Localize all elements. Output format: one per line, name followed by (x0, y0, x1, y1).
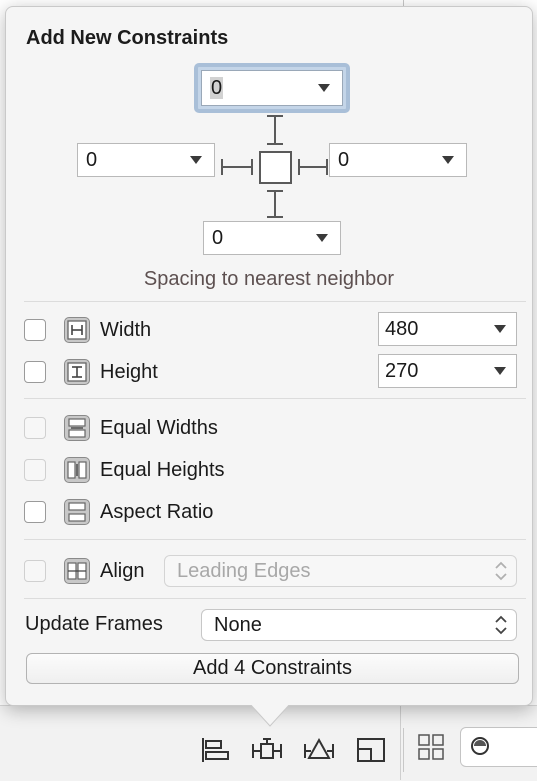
chevron-down-icon[interactable] (494, 367, 506, 375)
width-label: Width (100, 318, 152, 341)
aspect-ratio-checkbox[interactable] (24, 501, 46, 523)
divider (24, 301, 526, 302)
resolve-auto-layout-issues-icon[interactable] (302, 736, 336, 764)
right-spacing-combo[interactable]: 0 (329, 143, 467, 177)
equal-widths-icon (64, 415, 90, 441)
equal-widths-row: Equal Widths (24, 412, 218, 444)
height-checkbox[interactable] (24, 361, 46, 383)
pin-icon[interactable] (250, 736, 284, 764)
left-spacing-value: 0 (86, 148, 98, 171)
popover-title: Add New Constraints (26, 27, 229, 49)
height-value-combo[interactable]: 270 (378, 354, 517, 388)
width-value: 480 (385, 317, 419, 340)
add-constraints-popover: Add New Constraints 0 0 0 0 Spacing to n… (5, 6, 533, 706)
add-constraints-button[interactable]: Add 4 Constraints (26, 653, 519, 684)
height-row: Height (24, 356, 158, 388)
update-frames-row: Update Frames (25, 608, 163, 640)
bottom-spacing-value: 0 (212, 226, 224, 249)
align-icon (64, 558, 90, 584)
divider (24, 398, 526, 399)
chevron-down-icon[interactable] (318, 84, 330, 92)
updown-chevron-icon (495, 615, 507, 635)
divider (24, 539, 526, 540)
height-value: 270 (385, 359, 419, 382)
left-spacing-combo[interactable]: 0 (77, 143, 215, 177)
updown-chevron-icon (495, 561, 507, 581)
top-spacing-combo[interactable]: 0 (201, 70, 343, 106)
align-popup[interactable]: Leading Edges (164, 555, 517, 587)
toolbar-separator (403, 728, 404, 772)
width-checkbox[interactable] (24, 319, 46, 341)
divider (24, 598, 526, 599)
view-square (259, 151, 292, 184)
spacing-caption: Spacing to nearest neighbor (143, 268, 395, 290)
bottom-spacing-combo[interactable]: 0 (203, 221, 341, 255)
equal-heights-label: Equal Heights (100, 458, 225, 481)
chevron-down-icon[interactable] (316, 234, 328, 242)
resizing-behavior-icon[interactable] (355, 736, 389, 764)
aspect-ratio-row: Aspect Ratio (24, 496, 213, 528)
aspect-ratio-icon (64, 499, 90, 525)
width-value-combo[interactable]: 480 (378, 312, 517, 346)
width-row: Width (24, 314, 151, 346)
width-constraint-icon (64, 317, 90, 343)
height-constraint-icon (64, 359, 90, 385)
filter-field[interactable] (460, 727, 537, 767)
grid-icon[interactable] (417, 733, 445, 761)
filter-icon (471, 737, 489, 755)
chevron-down-icon[interactable] (494, 325, 506, 333)
equal-widths-checkbox[interactable] (24, 417, 46, 439)
align-label: Align (100, 559, 145, 582)
equal-heights-checkbox[interactable] (24, 459, 46, 481)
equal-heights-icon (64, 457, 90, 483)
chevron-down-icon[interactable] (190, 156, 202, 164)
align-row: Align (24, 555, 144, 587)
equal-widths-label: Equal Widths (100, 416, 218, 439)
chevron-down-icon[interactable] (442, 156, 454, 164)
align-value: Leading Edges (177, 559, 311, 582)
update-frames-popup[interactable]: None (201, 609, 517, 641)
bottom-bar-divider (400, 705, 401, 780)
update-frames-value: None (214, 613, 262, 636)
pin-diagram (221, 115, 328, 218)
update-frames-label: Update Frames (25, 612, 163, 635)
align-icon[interactable] (199, 736, 233, 764)
aspect-ratio-label: Aspect Ratio (100, 500, 214, 523)
top-spacing-value: 0 (210, 76, 224, 99)
equal-heights-row: Equal Heights (24, 454, 225, 486)
right-spacing-value: 0 (338, 148, 350, 171)
popover-arrow (250, 690, 290, 727)
height-label: Height (100, 360, 158, 383)
top-spacing-focus-ring: 0 (194, 63, 350, 113)
align-checkbox[interactable] (24, 560, 46, 582)
